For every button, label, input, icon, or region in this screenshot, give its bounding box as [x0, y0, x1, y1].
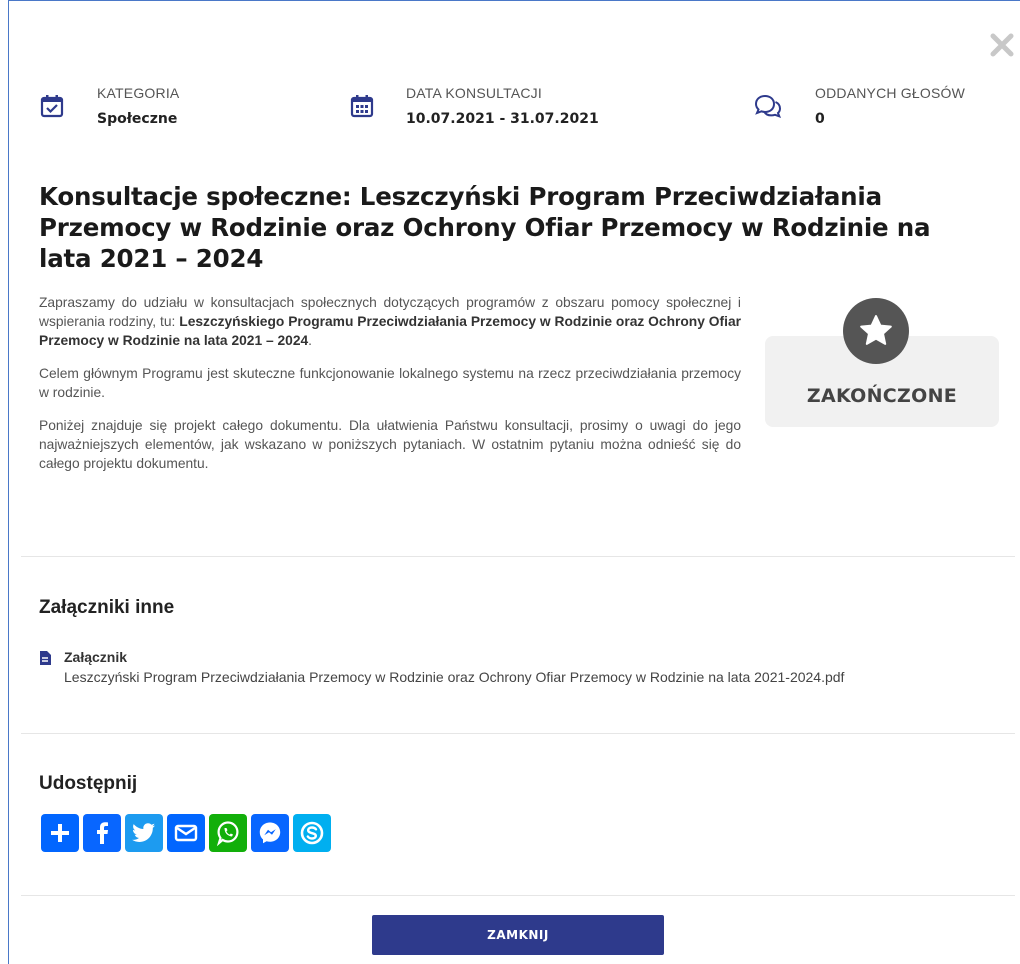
- whatsapp-icon: [216, 821, 239, 847]
- intro-paragraph-2: Celem głównym Programu jest skuteczne fu…: [39, 366, 741, 400]
- meta-date: DATA KONSULTACJI 10.07.2021 - 31.07.2021: [349, 85, 599, 135]
- twitter-icon: [132, 823, 155, 842]
- intro-p1-end: .: [308, 333, 313, 348]
- meta-category: KATEGORIA Społeczne: [39, 85, 239, 135]
- share-messenger-button[interactable]: [251, 814, 289, 852]
- share-whatsapp-button[interactable]: [209, 814, 247, 852]
- comments-icon: [754, 94, 782, 118]
- calendar-icon: [350, 95, 374, 118]
- divider: [21, 556, 1015, 557]
- plus-icon: [51, 824, 69, 842]
- mail-icon: [174, 824, 198, 842]
- share-email-button[interactable]: [167, 814, 205, 852]
- divider: [21, 733, 1015, 734]
- share-skype-button[interactable]: [293, 814, 331, 852]
- attachment-label: Załącznik: [64, 649, 128, 665]
- status-label: ZAKOŃCZONE: [806, 385, 958, 407]
- share-add-button[interactable]: [41, 814, 79, 852]
- intro-paragraph-3: Poniżej znajduje się projekt całego doku…: [39, 418, 741, 471]
- intro-paragraph-1: Zapraszamy do udziału w konsultacjach sp…: [39, 293, 741, 350]
- file-icon: [40, 651, 51, 665]
- consultation-modal: KATEGORIA Społeczne DATA KONSULTACJI 10.…: [8, 0, 1020, 964]
- attachment-link[interactable]: Leszczyński Program Przeciwdziałania Prz…: [64, 669, 844, 685]
- calendar-check-icon: [40, 95, 64, 118]
- star-icon: [860, 315, 892, 345]
- category-value: Społeczne: [97, 111, 178, 127]
- votes-label: ODDANYCH GŁOSÓW: [815, 85, 966, 101]
- share-heading: Udostępnij: [39, 773, 138, 794]
- divider: [21, 895, 1015, 896]
- share-twitter-button[interactable]: [125, 814, 163, 852]
- status-badge: [843, 298, 909, 364]
- share-buttons: [41, 814, 331, 852]
- share-facebook-button[interactable]: [83, 814, 121, 852]
- date-label: DATA KONSULTACJI: [406, 85, 542, 101]
- close-icon[interactable]: [988, 31, 1016, 59]
- skype-icon: [300, 821, 324, 845]
- attachments-heading: Załączniki inne: [39, 597, 175, 618]
- meta-votes: ODDANYCH GŁOSÓW 0: [753, 85, 1003, 135]
- votes-value: 0: [815, 111, 825, 127]
- intro-text: Zapraszamy do udziału w konsultacjach sp…: [39, 293, 741, 487]
- category-label: KATEGORIA: [97, 85, 180, 101]
- date-value: 10.07.2021 - 31.07.2021: [406, 111, 599, 127]
- facebook-icon: [97, 822, 108, 844]
- page-title: Konsultacje społeczne: Leszczyński Progr…: [39, 182, 931, 273]
- close-button[interactable]: ZAMKNIJ: [372, 915, 664, 955]
- messenger-icon: [259, 822, 281, 844]
